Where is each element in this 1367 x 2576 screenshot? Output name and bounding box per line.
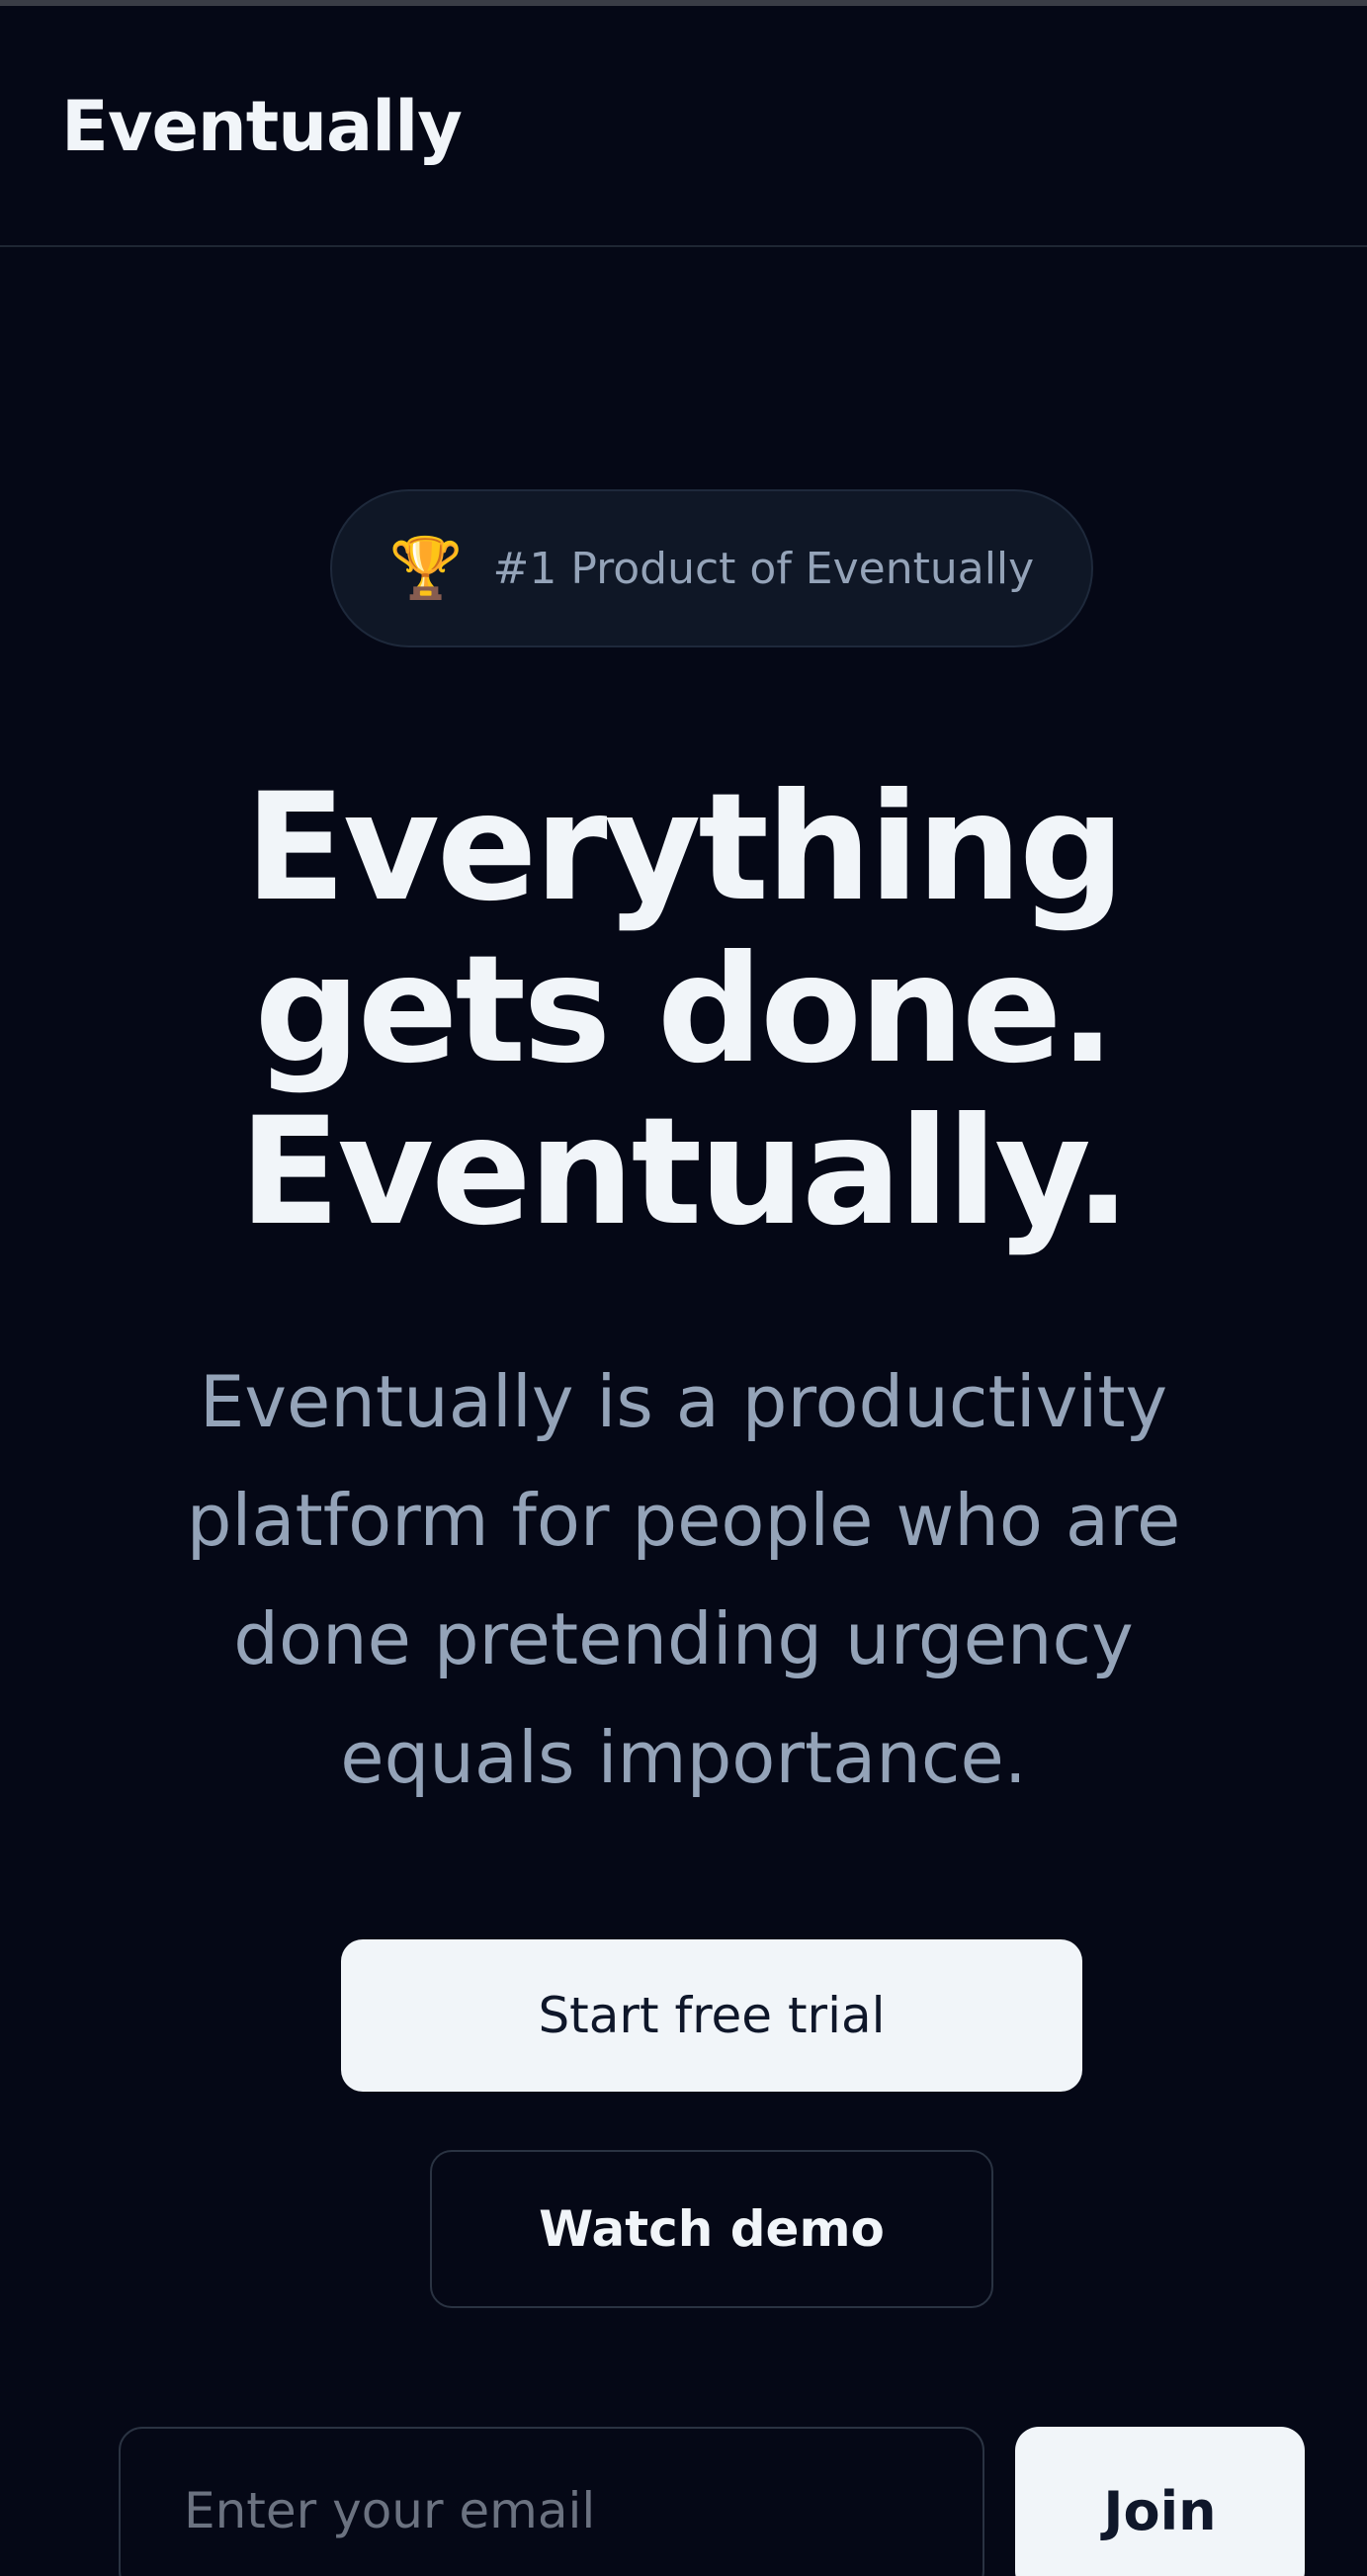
hero-title: Everything gets done. Eventually. [119,767,1248,1253]
site-header: Eventually [0,6,1367,247]
start-free-trial-button[interactable]: Start free trial [341,1939,1082,2092]
hero-subtitle: Eventually is a productivity platform fo… [186,1360,1181,1799]
watch-demo-button[interactable]: Watch demo [430,2150,993,2308]
email-input[interactable] [119,2427,984,2576]
trophy-icon: 🏆 [388,534,464,603]
landing-page: Eventually 🏆 #1 Product of Eventually Ev… [0,0,1367,2576]
brand-logo[interactable]: Eventually [61,85,463,168]
hero-title-line-1: Everything [244,762,1126,934]
award-badge-text: #1 Product of Eventually [492,543,1035,594]
hero-title-line-2: gets done. [254,924,1115,1096]
award-badge: 🏆 #1 Product of Eventually [330,489,1093,647]
hero-title-line-3: Eventually. [238,1086,1131,1258]
join-button[interactable]: Join [1015,2427,1305,2576]
